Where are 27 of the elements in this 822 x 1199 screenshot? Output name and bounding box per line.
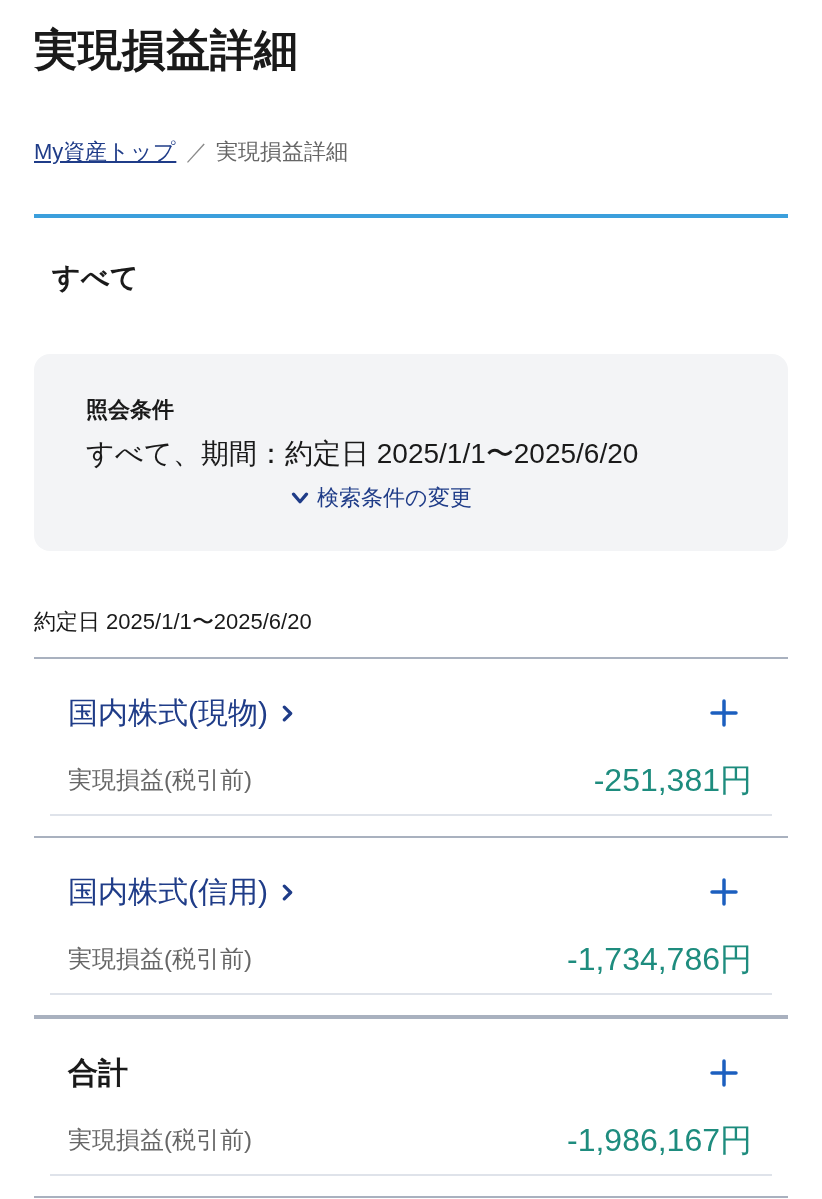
total-title: 合計 (68, 1055, 128, 1091)
page-title: 実現損益詳細 (34, 24, 299, 76)
expand-button[interactable] (710, 699, 738, 727)
profit-label: 実現損益(税引前) (68, 765, 252, 795)
period-label: 約定日 2025/1/1〜2025/6/20 (34, 608, 313, 636)
change-conditions-link[interactable]: 検索条件の変更 (290, 482, 472, 514)
query-summary: すべて、期間：約定日 2025/1/1〜2025/6/20 (86, 437, 640, 471)
profit-value: -251,381円 (593, 761, 752, 800)
profit-label: 実現損益(税引前) (68, 1125, 252, 1155)
expand-button[interactable] (710, 878, 738, 906)
profit-label: 実現損益(税引前) (68, 944, 252, 974)
profit-value: -1,986,167円 (567, 1121, 752, 1160)
category-link[interactable]: 国内株式(現物) (68, 692, 293, 734)
plus-icon (710, 699, 738, 727)
section-heading: すべて (51, 261, 140, 295)
plus-icon (710, 878, 738, 906)
profit-value: -1,734,786円 (567, 940, 752, 979)
plus-icon (710, 1059, 738, 1087)
breadcrumb-link[interactable]: My資産トップ (34, 137, 177, 167)
breadcrumb-current: 実現損益詳細 (216, 138, 349, 166)
expand-button[interactable] (710, 1059, 738, 1087)
category-link[interactable]: 国内株式(信用) (68, 871, 293, 913)
query-title: 照会条件 (86, 396, 175, 424)
chevron-right-icon (282, 704, 293, 722)
breadcrumb-separator: ／ (186, 138, 209, 166)
chevron-right-icon (282, 883, 293, 901)
chevron-down-icon (290, 491, 309, 505)
